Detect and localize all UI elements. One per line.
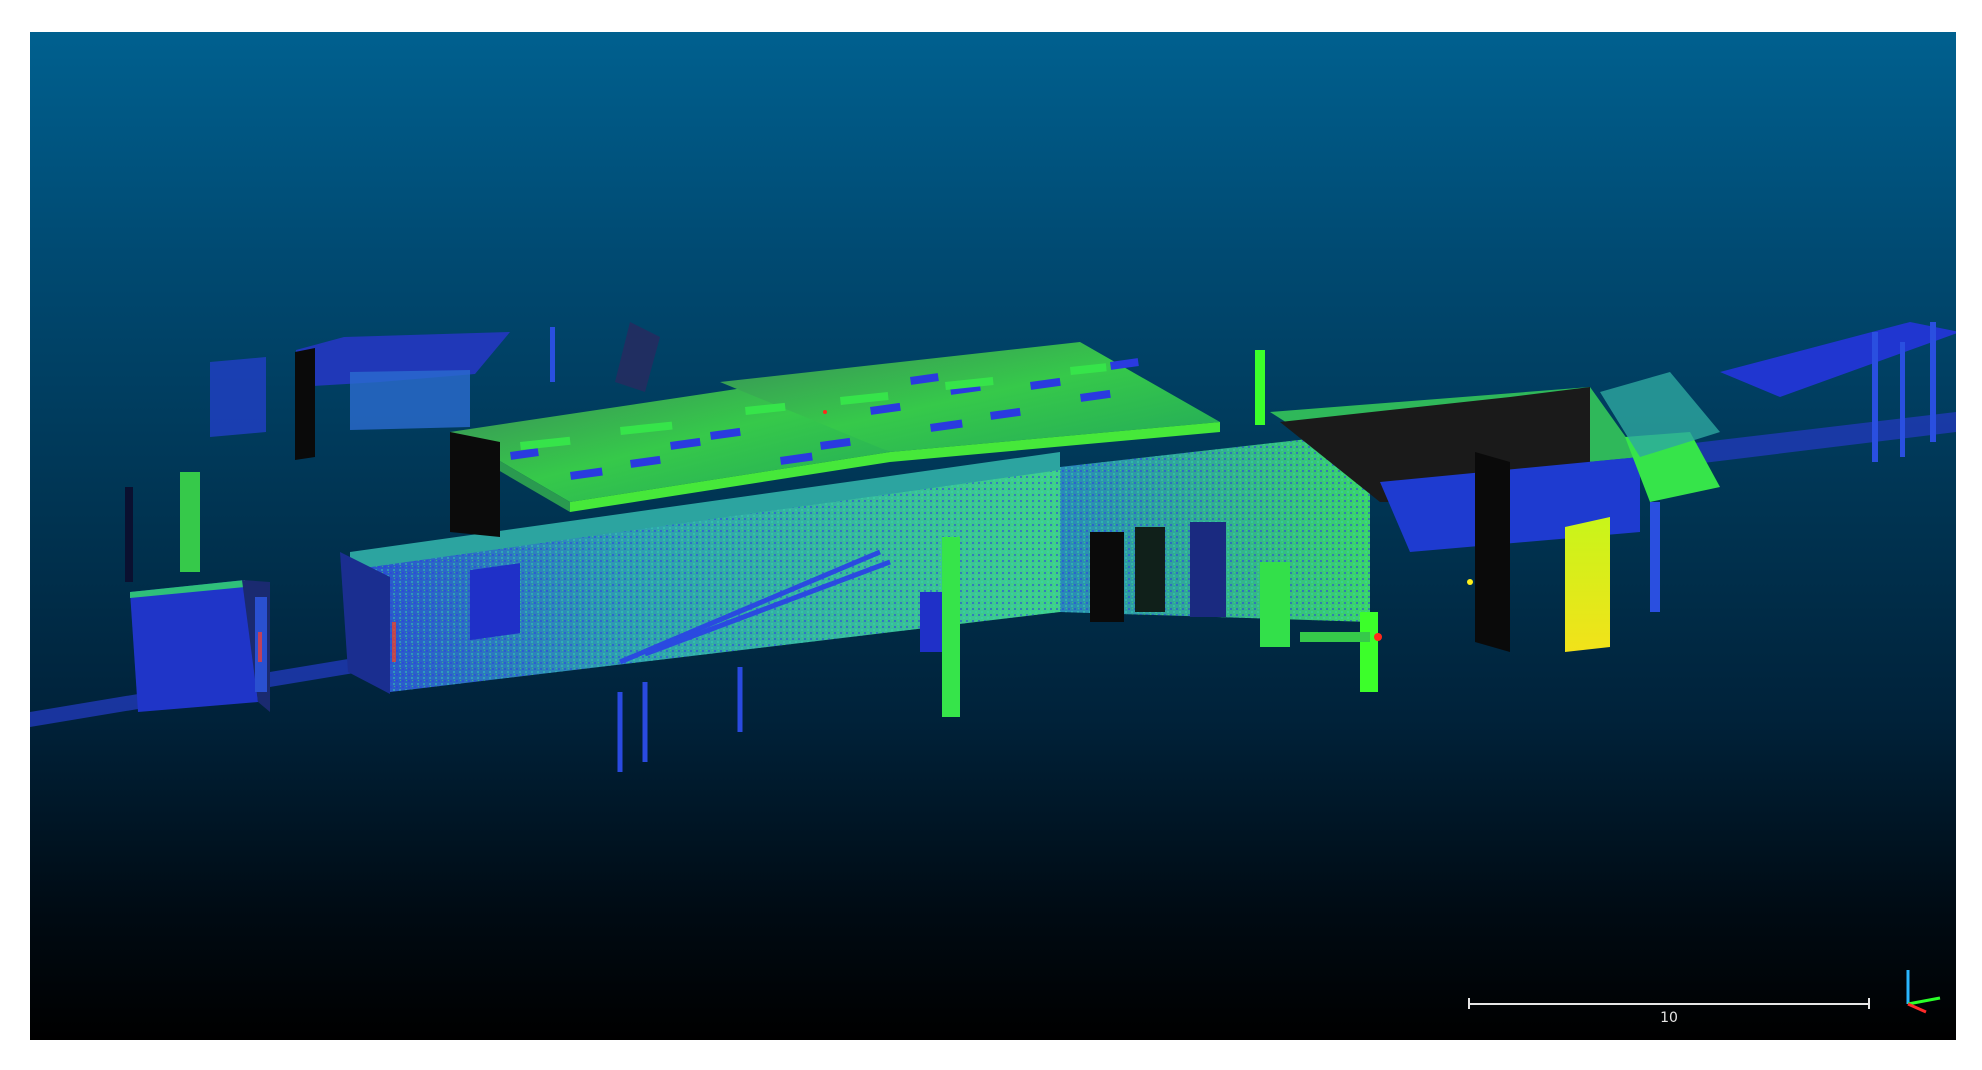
3d-viewport[interactable]: 10 [30, 32, 1956, 1040]
scale-bar-label: 10 [1660, 1010, 1678, 1026]
axis-trihedron-icon [1906, 970, 1941, 1014]
point-cloud-scene[interactable] [30, 32, 1956, 1040]
middle-section [1060, 432, 1378, 692]
front-column [942, 537, 960, 717]
left-outbuilding [125, 472, 270, 712]
scale-bar-line [1468, 1003, 1870, 1005]
scale-bar-tick-right [1868, 998, 1870, 1009]
scale-bar: 10 [1468, 997, 1870, 1027]
scale-bar-tick-left [1468, 998, 1470, 1009]
roof-pipe [1255, 350, 1265, 425]
